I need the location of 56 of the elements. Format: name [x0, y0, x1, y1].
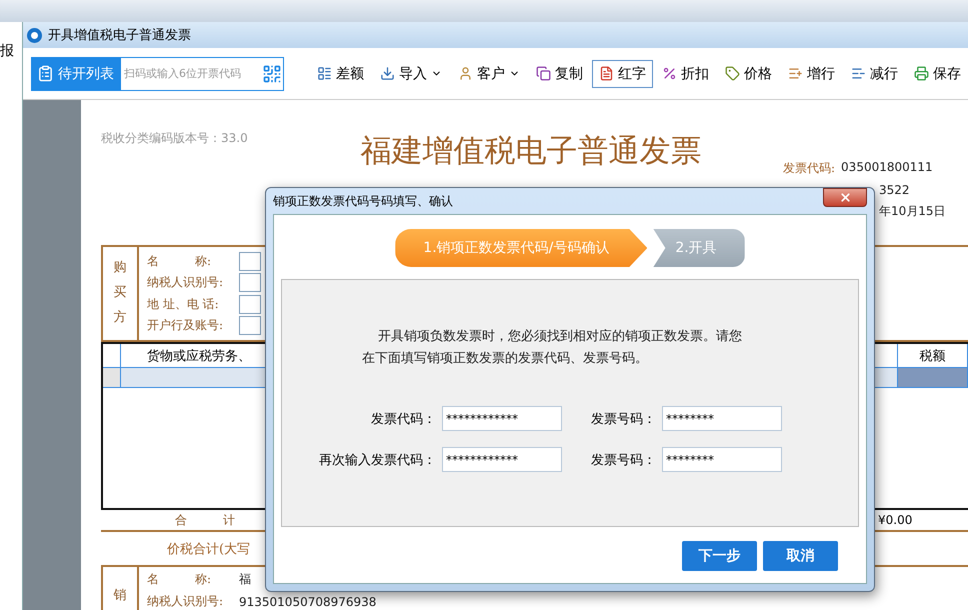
printer-icon	[914, 66, 929, 81]
input-field[interactable]: ********	[662, 406, 782, 431]
info-value: 年10月15日	[879, 203, 946, 220]
invoice-title: 福建增值税电子普通发票	[360, 132, 702, 171]
table-cell[interactable]	[898, 368, 968, 388]
clipboard-icon	[37, 65, 54, 82]
field-label: 名 称:	[147, 571, 212, 588]
close-icon	[838, 191, 852, 204]
section-label: 销	[114, 586, 126, 605]
section-label: 购买方	[114, 259, 126, 327]
window-title: 开具增值税电子普通发票	[48, 26, 191, 44]
list-icon	[317, 66, 332, 81]
input-field[interactable]	[239, 316, 261, 335]
dialog-button[interactable]: 下一步	[682, 541, 757, 571]
info-value: 3522	[879, 183, 910, 197]
total-value: ¥0.00	[878, 513, 914, 527]
total-label: 合 计	[174, 512, 236, 528]
field-label: 发票号码：	[590, 410, 657, 428]
table-cell	[103, 344, 121, 368]
field-value: 913501050708976938	[239, 594, 376, 608]
grand-total-label: 价税合计(大写	[167, 540, 250, 558]
close-button[interactable]	[823, 188, 867, 207]
field-label: 名 称:	[147, 253, 212, 270]
input-field[interactable]: ********	[662, 447, 782, 472]
app-logo-icon	[27, 28, 42, 42]
input-field[interactable]	[239, 294, 261, 314]
download-icon	[380, 66, 395, 81]
document-icon	[599, 66, 614, 81]
field-label: 纳税人识别号:	[147, 593, 224, 610]
input-field[interactable]	[239, 252, 261, 272]
column-header: 税额	[898, 344, 968, 368]
info-label: 发票代码:	[783, 160, 836, 177]
add-row-icon	[788, 66, 803, 81]
pending-list-button[interactable]: 待开列表	[31, 56, 120, 90]
side-label: 报	[0, 43, 14, 59]
version-text: 税收分类编码版本号：33.0	[101, 130, 249, 147]
input-field[interactable]: ************	[442, 447, 562, 472]
info-value: 035001800111	[841, 160, 933, 176]
input-field[interactable]	[239, 273, 261, 292]
field-label: 纳税人识别号:	[147, 274, 224, 292]
dialog-button[interactable]: 取消	[763, 541, 838, 571]
tag-icon	[725, 66, 740, 81]
remove-row-icon	[851, 66, 866, 81]
row-header-cell[interactable]	[103, 368, 121, 388]
field-label: 再次输入发票代码：	[318, 452, 437, 468]
field-label: 发票代码：	[370, 410, 437, 428]
field-value: 福	[239, 571, 251, 588]
person-icon	[458, 66, 473, 81]
field-label: 开户行及账号:	[147, 316, 224, 334]
input-field[interactable]: ************	[442, 406, 562, 431]
field-label: 发票号码：	[590, 452, 657, 468]
copy-icon	[536, 66, 551, 81]
toolbar-button[interactable]: 红字	[592, 60, 653, 88]
dialog-title: 销项正数发票代码号码填写、确认	[273, 192, 453, 210]
field-label: 地 址、电 话:	[147, 296, 220, 313]
percent-icon	[662, 66, 677, 81]
